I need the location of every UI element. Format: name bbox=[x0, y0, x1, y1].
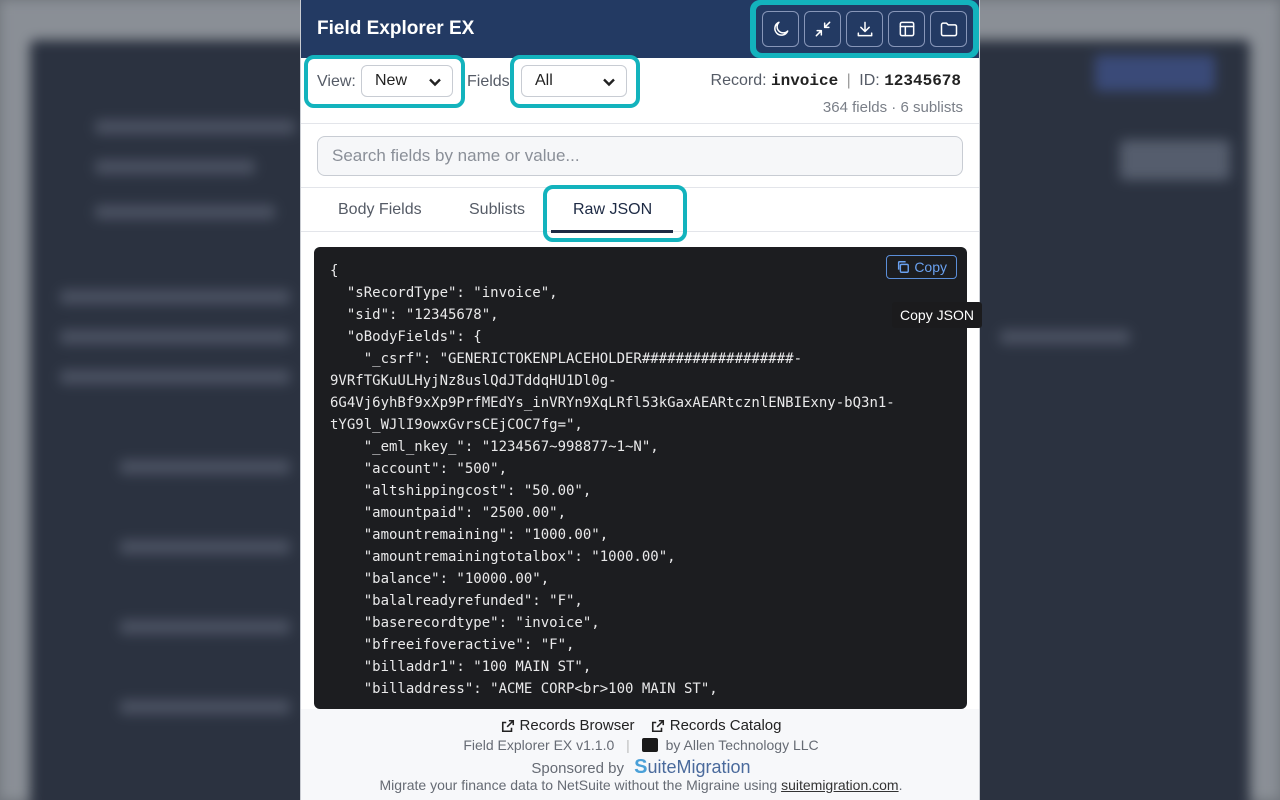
sponsor-line: Sponsored by SuiteMigration bbox=[301, 756, 979, 779]
background-text bbox=[120, 540, 290, 554]
background-text bbox=[95, 120, 295, 134]
tagline-end: . bbox=[898, 777, 903, 793]
code-line: "_eml_nkey_": "1234567~998877~1~N", bbox=[330, 439, 659, 455]
tab-bar: Body Fields Sublists Raw JSON bbox=[301, 185, 979, 242]
record-type: invoice bbox=[771, 72, 839, 90]
view-select-value: New bbox=[375, 72, 408, 89]
tagline: Migrate your finance data to NetSuite wi… bbox=[301, 777, 979, 793]
tab-raw-json[interactable]: Raw JSON bbox=[573, 201, 652, 219]
footer-links: Records Browser Records Catalog bbox=[301, 717, 979, 737]
json-viewer[interactable]: { "sRecordType": "invoice", "sid": "1234… bbox=[314, 247, 967, 709]
copy-button[interactable]: Copy bbox=[886, 255, 957, 279]
code-line: "amountremainingtotalbox": "1000.00", bbox=[330, 549, 676, 565]
id-label: ID: bbox=[859, 72, 880, 89]
background-text bbox=[95, 205, 275, 219]
code-line: "bfreeifoveractive": "F", bbox=[330, 637, 575, 653]
records-browser-link[interactable]: Records Browser bbox=[501, 717, 635, 734]
code-line: 6G4Vj6yhBf9xXp9PrfMEdYs_inVRYn9XqLRfl53k… bbox=[330, 395, 895, 411]
chevron-down-icon bbox=[602, 75, 616, 89]
background-text bbox=[95, 160, 255, 174]
background-button bbox=[1095, 55, 1215, 91]
records-catalog-link[interactable]: Records Catalog bbox=[651, 717, 782, 734]
background-text bbox=[120, 700, 290, 714]
background-text bbox=[120, 620, 290, 634]
record-id: 12345678 bbox=[884, 72, 961, 90]
code-line: "oBodyFields": { bbox=[330, 329, 482, 345]
version-text: Field Explorer EX v1.1.0 bbox=[463, 737, 615, 753]
records-catalog-label: Records Catalog bbox=[669, 717, 782, 734]
author-text: by Allen Technology LLC bbox=[665, 737, 819, 753]
tab-sublists[interactable]: Sublists bbox=[469, 201, 525, 219]
code-line: { bbox=[330, 263, 339, 279]
tagline-text: Migrate your finance data to NetSuite wi… bbox=[379, 777, 782, 793]
search-row bbox=[301, 124, 979, 188]
fields-select[interactable]: All bbox=[521, 65, 627, 97]
external-link-icon bbox=[501, 719, 514, 732]
code-line: "balalreadyrefunded": "F", bbox=[330, 593, 583, 609]
record-info: Record: invoice | ID: 12345678 bbox=[710, 72, 961, 90]
search-input[interactable] bbox=[317, 136, 963, 176]
code-line: "amountpaid": "2500.00", bbox=[330, 505, 567, 521]
json-code: { "sRecordType": "invoice", "sid": "1234… bbox=[330, 260, 953, 700]
background-text bbox=[60, 290, 290, 304]
code-line: "sid": "12345678", bbox=[330, 307, 499, 323]
fields-label: Fields bbox=[467, 73, 510, 90]
chevron-down-icon bbox=[428, 75, 442, 89]
allen-technology-logo bbox=[641, 738, 658, 752]
view-select[interactable]: New bbox=[361, 65, 453, 97]
brand-s: S bbox=[634, 756, 648, 778]
external-link-icon bbox=[651, 719, 664, 732]
code-line: "altshippingcost": "50.00", bbox=[330, 483, 592, 499]
code-line: "baserecordtype": "invoice", bbox=[330, 615, 600, 631]
app-title: Field Explorer EX bbox=[317, 18, 475, 39]
code-line: "_csrf": "GENERICTOKENPLACEHOLDER#######… bbox=[330, 351, 803, 367]
code-line: "billaddress": "ACME CORP<br>100 MAIN ST… bbox=[330, 681, 718, 697]
brand-name: uiteMigration bbox=[647, 757, 751, 777]
background-text bbox=[1000, 330, 1130, 344]
view-label: View: bbox=[317, 73, 356, 90]
records-browser-label: Records Browser bbox=[519, 717, 635, 734]
background-text bbox=[120, 460, 290, 474]
field-counts: 364 fields · 6 sublists bbox=[822, 99, 963, 116]
background-text bbox=[60, 330, 290, 344]
code-line: tYG9l_WJlI9owxGvrsCEjCOC7fg=", bbox=[330, 417, 583, 433]
sponsored-by-text: Sponsored by bbox=[531, 760, 624, 777]
record-label: Record: bbox=[710, 72, 767, 89]
copy-icon bbox=[898, 261, 910, 273]
active-tab-indicator bbox=[551, 230, 673, 233]
toolbar-highlight bbox=[750, 0, 979, 58]
field-explorer-popup: Field Explorer EX View: New Fields All R… bbox=[300, 0, 980, 800]
background-button bbox=[1120, 140, 1230, 180]
copy-button-label: Copy bbox=[914, 259, 947, 275]
controls-row: View: New Fields All Record: invoice | I… bbox=[301, 55, 979, 124]
footer: Records Browser Records Catalog Field Ex… bbox=[301, 709, 979, 800]
footer-meta: Field Explorer EX v1.1.0 | by Allen Tech… bbox=[463, 737, 819, 753]
background-text bbox=[60, 370, 290, 384]
suitemigration-link[interactable]: suitemigration.com bbox=[781, 777, 899, 793]
copy-json-tooltip: Copy JSON bbox=[892, 302, 982, 328]
code-line: "balance": "10000.00", bbox=[330, 571, 550, 587]
code-line: "amountremaining": "1000.00", bbox=[330, 527, 609, 543]
code-line: "billaddr1": "100 MAIN ST", bbox=[330, 659, 592, 675]
code-line: "account": "500", bbox=[330, 461, 508, 477]
tab-body-fields[interactable]: Body Fields bbox=[338, 201, 422, 219]
code-line: "sRecordType": "invoice", bbox=[330, 285, 558, 301]
fields-select-value: All bbox=[535, 72, 553, 89]
suitemigration-logo[interactable]: SuiteMigration bbox=[634, 756, 751, 778]
code-line: 9VRfTGKuULHyjNz8uslQdJTddqHU1Dl0g- bbox=[330, 373, 617, 389]
